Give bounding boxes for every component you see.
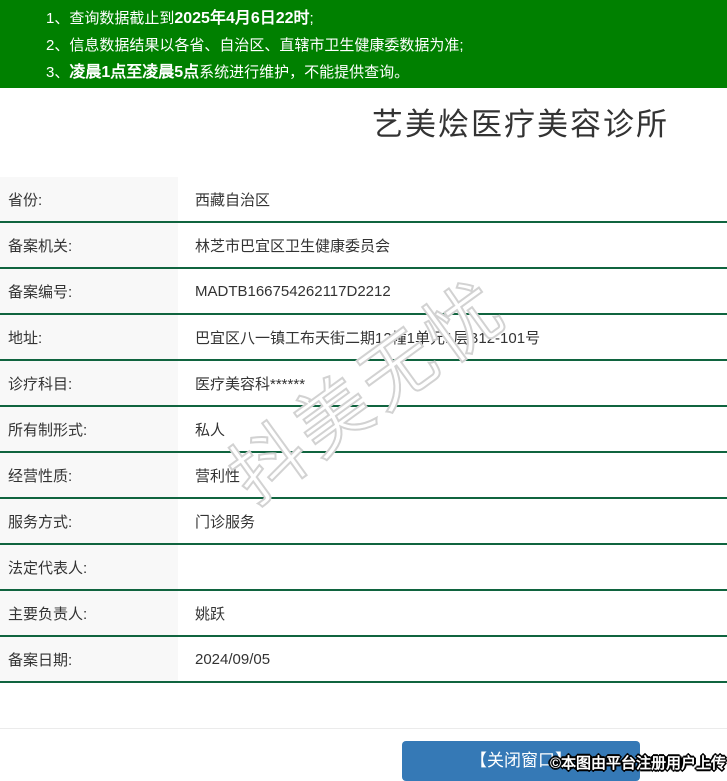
notice-line-3-suffix: 系统进行维护，不能提供查询。: [199, 64, 410, 81]
table-row: 诊疗科目: 医疗美容科******: [0, 361, 727, 407]
notice-line-3-text: 3、: [46, 64, 70, 81]
row-label: 备案日期:: [0, 637, 178, 681]
row-value: 2024/09/05: [195, 650, 271, 668]
row-label: 备案编号:: [0, 269, 178, 313]
notice-line-1-bold: 2025年4月6日22时: [174, 10, 310, 27]
table-row: 地址: 巴宜区八一镇工布天街二期12幢1单元1层B12-101号: [0, 315, 727, 361]
row-label: 备案机关:: [0, 223, 178, 267]
table-row: 备案编号: MADTB166754262117D2212: [0, 269, 727, 315]
row-value: 私人: [195, 421, 226, 439]
table-row: 备案日期: 2024/09/05: [0, 637, 727, 683]
table-row: 法定代表人:: [0, 545, 727, 591]
table-row: 所有制形式: 私人: [0, 407, 727, 453]
row-value: 门诊服务: [195, 513, 256, 531]
notice-line-1-text: 1、查询数据截止到: [46, 10, 175, 27]
row-value: 医疗美容科******: [195, 375, 306, 393]
row-label: 经营性质:: [0, 453, 178, 497]
row-value: 营利性: [195, 467, 241, 485]
notice-line-3-bold: 凌晨1点至凌晨5点: [69, 64, 200, 81]
table-row: 经营性质: 营利性: [0, 453, 727, 499]
row-label: 省份:: [0, 177, 178, 221]
row-label: 诊疗科目:: [0, 361, 178, 405]
row-label: 主要负责人:: [0, 591, 178, 635]
row-value: 姚跃: [195, 605, 226, 623]
table-row: 服务方式: 门诊服务: [0, 499, 727, 545]
table-row: 省份: 西藏自治区: [0, 177, 727, 223]
footer-divider: [0, 728, 727, 729]
row-value: 西藏自治区: [195, 191, 271, 209]
row-value: MADTB166754262117D2212: [195, 282, 391, 300]
row-label: 地址:: [0, 315, 178, 359]
notice-line-1: 1、查询数据截止到2025年4月6日22时;: [46, 5, 717, 32]
row-label: 法定代表人:: [0, 545, 178, 589]
table-row: 主要负责人: 姚跃: [0, 591, 727, 637]
notice-line-3: 3、凌晨1点至凌晨5点系统进行维护，不能提供查询。: [46, 59, 717, 86]
row-value: 巴宜区八一镇工布天街二期12幢1单元1层B12-101号: [195, 329, 541, 347]
table-row: 备案机关: 林芝市巴宜区卫生健康委员会: [0, 223, 727, 269]
row-value: 林芝市巴宜区卫生健康委员会: [195, 237, 391, 255]
notice-line-1-suffix: ;: [309, 10, 314, 27]
notice-line-2: 2、信息数据结果以各省、自治区、直辖市卫生健康委数据为准;: [46, 32, 717, 59]
row-value: [178, 545, 727, 589]
notice-line-2-text: 2、信息数据结果以各省、自治区、直辖市卫生健康委数据为准;: [46, 37, 464, 54]
uploaded-by-badge: ©本图由平台注册用户上传: [549, 755, 726, 772]
page-title: 艺美烩医疗美容诊所: [372, 107, 669, 142]
row-label: 所有制形式:: [0, 407, 178, 451]
record-table: 省份: 西藏自治区 备案机关: 林芝市巴宜区卫生健康委员会 备案编号: MADT…: [0, 177, 727, 683]
row-label: 服务方式:: [0, 499, 178, 543]
notice-banner: 1、查询数据截止到2025年4月6日22时; 2、信息数据结果以各省、自治区、直…: [0, 0, 727, 88]
